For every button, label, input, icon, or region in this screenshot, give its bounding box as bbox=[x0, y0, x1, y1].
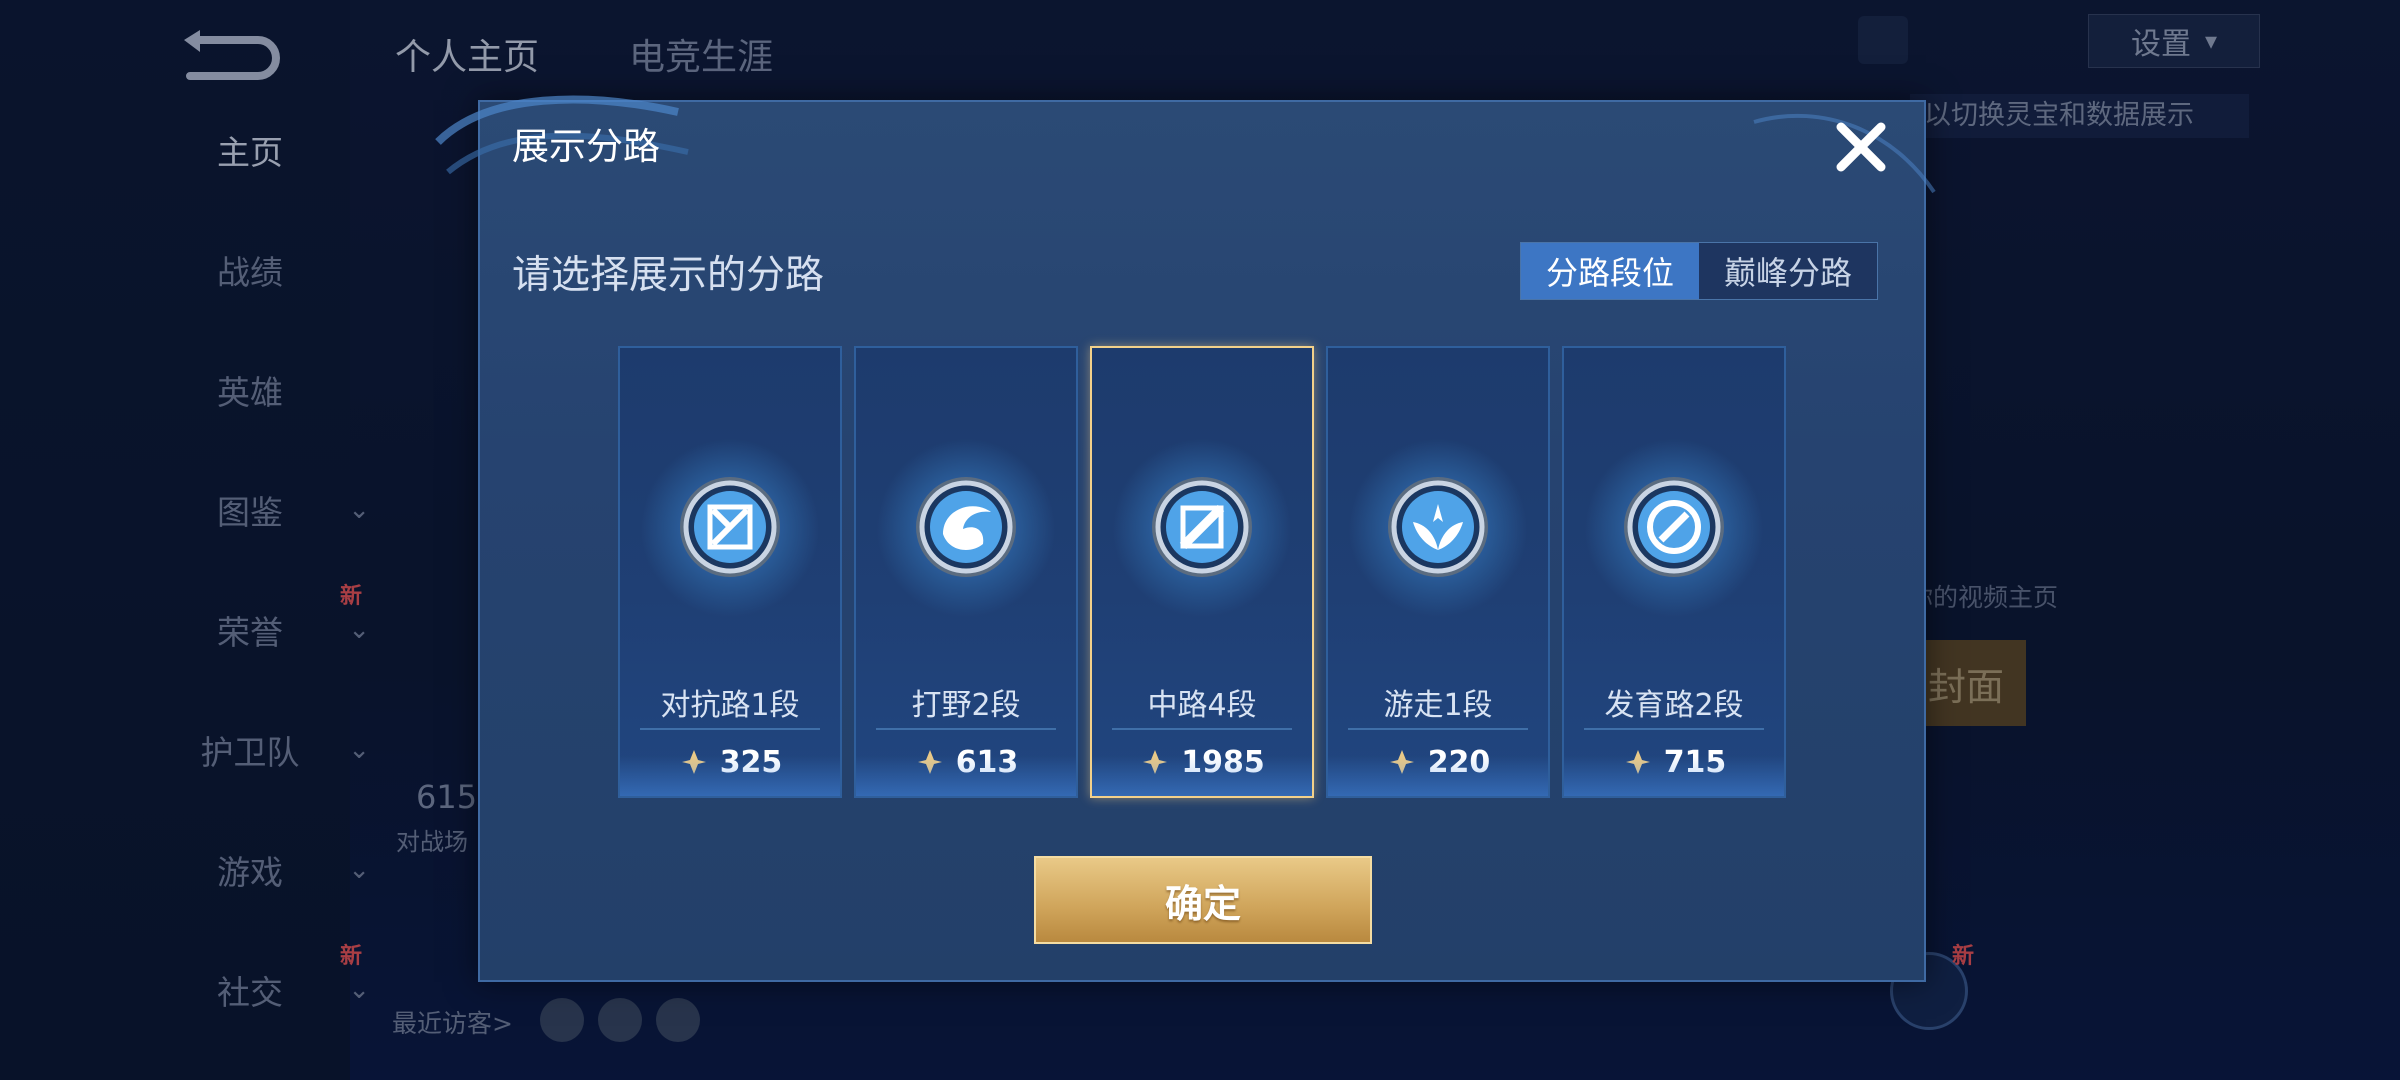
lane-rank-label: 中路4段 bbox=[1147, 688, 1257, 723]
tab-peak-lane[interactable]: 巅峰分路 bbox=[1699, 243, 1877, 299]
lane-card[interactable]: 对抗路1段325 bbox=[618, 346, 842, 798]
card-bottom-glow bbox=[856, 756, 1076, 796]
card-bottom-glow bbox=[1092, 756, 1312, 796]
divider bbox=[876, 728, 1056, 730]
card-bottom-glow bbox=[620, 756, 840, 796]
lane-card[interactable]: 发育路2段715 bbox=[1562, 346, 1786, 798]
close-button[interactable] bbox=[1826, 112, 1896, 182]
card-bottom-glow bbox=[1328, 756, 1548, 796]
lane-rank-label: 游走1段 bbox=[1383, 688, 1493, 723]
lane-card[interactable]: 打野2段613 bbox=[854, 346, 1078, 798]
dialog-title: 展示分路 bbox=[512, 125, 660, 168]
lane-cards: 对抗路1段325打野2段613中路4段1985游走1段220发育路2段715 bbox=[618, 346, 1788, 798]
divider bbox=[1584, 728, 1764, 730]
roam-wings-icon bbox=[1388, 477, 1488, 577]
tab-lane-rank[interactable]: 分路段位 bbox=[1521, 243, 1699, 299]
farm-lane-icon bbox=[1624, 477, 1724, 577]
lane-card[interactable]: 中路4段1985 bbox=[1090, 346, 1314, 798]
lane-display-dialog: 展示分路 请选择展示的分路 分路段位 巅峰分路 对抗路1段325打野2段613中… bbox=[435, 95, 1936, 982]
jungle-dragon-icon bbox=[916, 477, 1016, 577]
divider bbox=[1348, 728, 1528, 730]
divider bbox=[640, 728, 820, 730]
lane-card[interactable]: 游走1段220 bbox=[1326, 346, 1550, 798]
lane-rank-label: 发育路2段 bbox=[1604, 688, 1744, 723]
mid-lane-icon bbox=[1152, 477, 1252, 577]
dialog-subtitle: 请选择展示的分路 bbox=[512, 253, 825, 298]
lane-rank-label: 打野2段 bbox=[911, 688, 1021, 723]
clash-lane-icon bbox=[680, 477, 780, 577]
card-bottom-glow bbox=[1564, 756, 1784, 796]
divider bbox=[1112, 728, 1292, 730]
rank-type-switch: 分路段位 巅峰分路 bbox=[1520, 242, 1878, 300]
confirm-button[interactable]: 确定 bbox=[1034, 856, 1372, 944]
close-icon bbox=[1836, 122, 1886, 172]
lane-rank-label: 对抗路1段 bbox=[660, 688, 800, 723]
